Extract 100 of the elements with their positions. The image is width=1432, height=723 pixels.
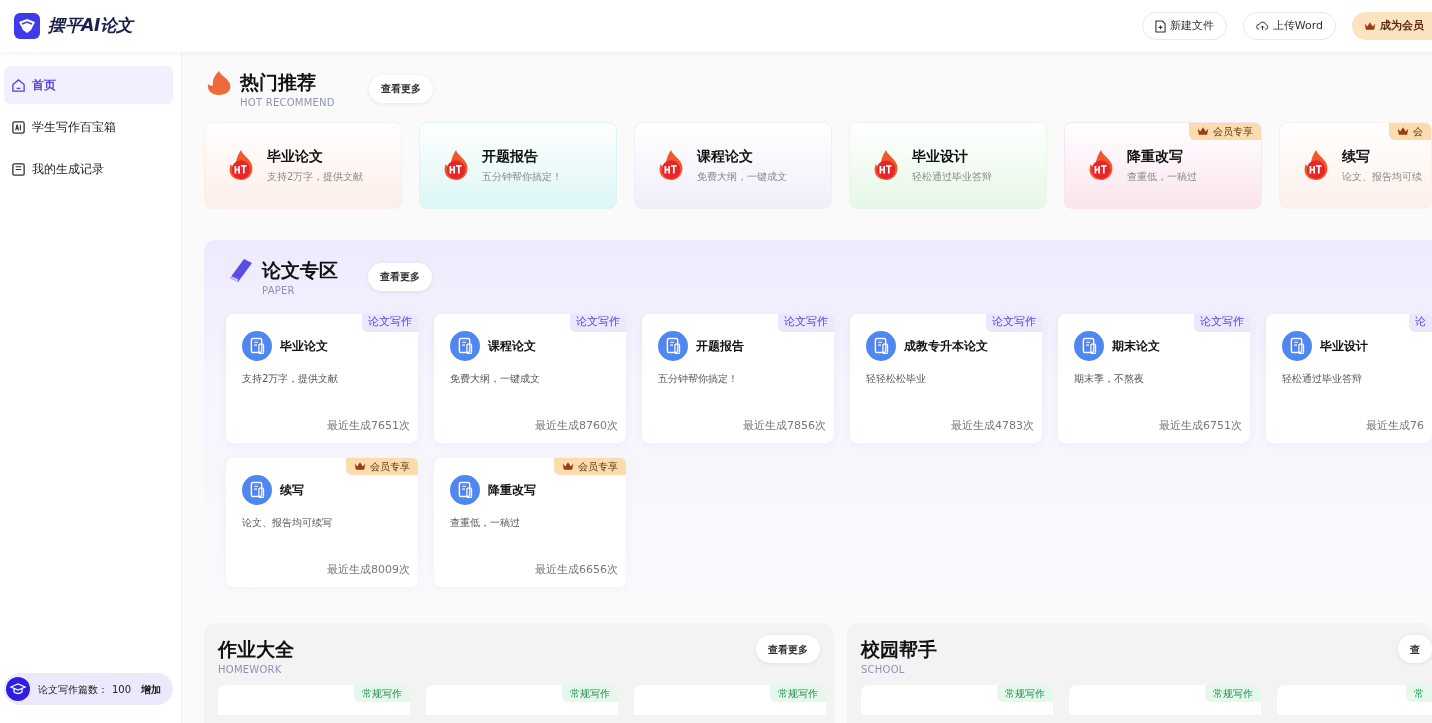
- hot-card[interactable]: 开题报告 五分钟帮你搞定！: [419, 121, 617, 209]
- category-tag: 常规写作: [354, 684, 410, 702]
- sidebar-item[interactable]: 我的生成记录: [4, 150, 173, 188]
- card-description: 轻松通过毕业答辩: [912, 170, 992, 185]
- usage-count: 最近生成6656次: [535, 562, 618, 578]
- card-title: 成教专升本论文: [904, 337, 988, 355]
- quota-text: 论文写作篇数：: [38, 682, 108, 697]
- flame-icon: [442, 149, 470, 182]
- usage-count: 最近生成8009次: [327, 562, 410, 578]
- card-title: 降重改写: [1127, 147, 1184, 167]
- flame-icon: [1302, 149, 1330, 182]
- hot-card[interactable]: 毕业设计 轻松通过毕业答辩: [849, 121, 1047, 209]
- category-tag: 常: [1406, 684, 1432, 702]
- usage-count: 最近生成7856次: [743, 418, 826, 434]
- flame-icon: [1087, 149, 1115, 182]
- document-icon: [658, 330, 688, 361]
- add-quota-button[interactable]: 增加: [141, 681, 161, 697]
- category-tag: 论文写作: [362, 313, 418, 332]
- card-description: 查重低，一稿过: [450, 515, 521, 530]
- bottom-card[interactable]: 常: [1277, 684, 1432, 715]
- card-title: 毕业设计: [1320, 337, 1368, 355]
- document-icon: [1074, 330, 1104, 361]
- new-file-icon: [1154, 19, 1166, 33]
- paper-card[interactable]: 论文写作 开题报告 五分钟帮你搞定！ 最近生成7856次: [642, 313, 834, 443]
- document-icon: [450, 330, 480, 361]
- card-title: 开题报告: [696, 337, 744, 355]
- bottom-card[interactable]: 常规写作: [1069, 684, 1261, 715]
- new-file-button[interactable]: 新建文件: [1141, 12, 1227, 40]
- upload-word-button[interactable]: 上传Word: [1242, 12, 1336, 40]
- view-more-button[interactable]: 查看更多: [368, 262, 432, 291]
- member-exclusive-badge: 会: [1389, 122, 1431, 140]
- bottom-card[interactable]: 常规写作: [634, 684, 826, 715]
- quota-value: 100: [112, 682, 132, 697]
- card-title: 毕业论文: [280, 337, 328, 355]
- logo-icon: [14, 13, 40, 39]
- view-more-button[interactable]: 查看更多: [756, 635, 820, 663]
- section-subtitle: PAPER: [262, 283, 296, 298]
- flame-icon: [227, 149, 255, 182]
- category-tag: 常规写作: [562, 684, 618, 702]
- usage-count: 最近生成7651次: [327, 418, 410, 434]
- card-title: 续写: [1342, 147, 1371, 167]
- card-title: 期末论文: [1112, 337, 1160, 355]
- card-description: 免费大纲，一键成文: [697, 170, 787, 185]
- section-title: 校园帮手: [861, 637, 937, 662]
- category-tag: 论文写作: [1194, 313, 1250, 332]
- card-description: 论文、报告均可续: [1342, 170, 1422, 185]
- document-icon: [1282, 330, 1312, 361]
- view-more-button[interactable]: 查看更多: [368, 74, 433, 103]
- card-title: 降重改写: [488, 481, 536, 499]
- hot-card[interactable]: 毕业论文 支持2万字，提供文献: [204, 121, 402, 209]
- usage-count: 最近生成4783次: [951, 418, 1034, 434]
- home-icon: [11, 77, 26, 93]
- hot-card[interactable]: 会 续写 论文、报告均可续: [1279, 121, 1432, 209]
- category-tag: 论: [1409, 313, 1432, 332]
- card-description: 五分钟帮你搞定！: [658, 371, 739, 386]
- usage-count: 最近生成8760次: [535, 418, 618, 434]
- ai-card-icon: [11, 119, 26, 135]
- card-description: 轻松通过毕业答辩: [1282, 371, 1363, 386]
- card-description: 论文、报告均可续写: [242, 515, 333, 530]
- sidebar-item[interactable]: 首页: [4, 66, 173, 104]
- paper-card[interactable]: 会员专享 续写 论文、报告均可续写 最近生成8009次: [226, 457, 418, 587]
- category-tag: 论文写作: [778, 313, 834, 332]
- crown-icon: [1397, 126, 1409, 136]
- bottom-card[interactable]: 常规写作: [861, 684, 1053, 715]
- logo-text: 摆平AI论文: [48, 14, 133, 38]
- document-icon: [242, 330, 272, 361]
- document-icon: [242, 474, 272, 505]
- card-description: 轻轻松松毕业: [866, 371, 927, 386]
- graduation-cap-icon: [6, 677, 30, 701]
- card-description: 查重低，一稿过: [1127, 170, 1197, 185]
- category-tag: 论文写作: [986, 313, 1042, 332]
- paper-card[interactable]: 论文写作 课程论文 免费大纲，一键成文 最近生成8760次: [434, 313, 626, 443]
- flame-icon: [206, 70, 232, 96]
- card-title: 毕业设计: [912, 147, 969, 167]
- flame-icon: [657, 149, 685, 182]
- card-title: 毕业论文: [267, 147, 324, 167]
- usage-count: 最近生成6751次: [1159, 418, 1242, 434]
- paper-card[interactable]: 会员专享 降重改写 查重低，一稿过 最近生成6656次: [434, 457, 626, 587]
- paper-card[interactable]: 论文写作 成教专升本论文 轻轻松松毕业 最近生成4783次: [850, 313, 1042, 443]
- view-more-button[interactable]: 查: [1398, 635, 1432, 663]
- card-title: 开题报告: [482, 147, 539, 167]
- crown-icon: [354, 461, 366, 471]
- section-subtitle: HOMEWORK: [218, 662, 283, 677]
- category-tag: 常规写作: [997, 684, 1053, 702]
- paper-card[interactable]: 论文写作 毕业论文 支持2万字，提供文献 最近生成7651次: [226, 313, 418, 443]
- section-subtitle: HOT RECOMMEND: [240, 95, 335, 110]
- section-title: 论文专区: [262, 258, 338, 283]
- bottom-card[interactable]: 常规写作: [426, 684, 618, 715]
- paper-card[interactable]: 论 毕业设计 轻松通过毕业答辩 最近生成76: [1266, 313, 1432, 443]
- card-description: 支持2万字，提供文献: [242, 371, 340, 386]
- paper-card[interactable]: 论文写作 期末论文 期末季，不熬夜 最近生成6751次: [1058, 313, 1250, 443]
- hot-card[interactable]: 会员专享 降重改写 查重低，一稿过: [1064, 121, 1262, 209]
- member-exclusive-badge: 会员专享: [1189, 122, 1261, 140]
- notebook-icon: [11, 161, 26, 177]
- bottom-card[interactable]: 常规写作: [218, 684, 410, 715]
- usage-count: 最近生成76: [1366, 418, 1424, 434]
- become-member-button[interactable]: 成为会员: [1352, 12, 1432, 40]
- hot-card[interactable]: 课程论文 免费大纲，一键成文: [634, 121, 832, 209]
- sidebar-item[interactable]: 学生写作百宝箱: [4, 108, 173, 146]
- category-tag: 论文写作: [570, 313, 626, 332]
